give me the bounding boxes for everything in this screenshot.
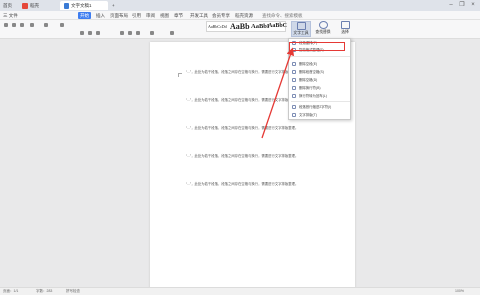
status-bar: 页面：1/1 字数：283 拼写检查 100% — [0, 287, 480, 295]
annotation-arrow — [261, 47, 295, 139]
zoom-level[interactable]: 100% — [455, 289, 464, 293]
spell-check[interactable]: 拼写检查 — [66, 289, 80, 294]
page-count: 页面：1/1 — [3, 289, 19, 293]
word-count[interactable]: 字数：283 — [36, 289, 52, 294]
